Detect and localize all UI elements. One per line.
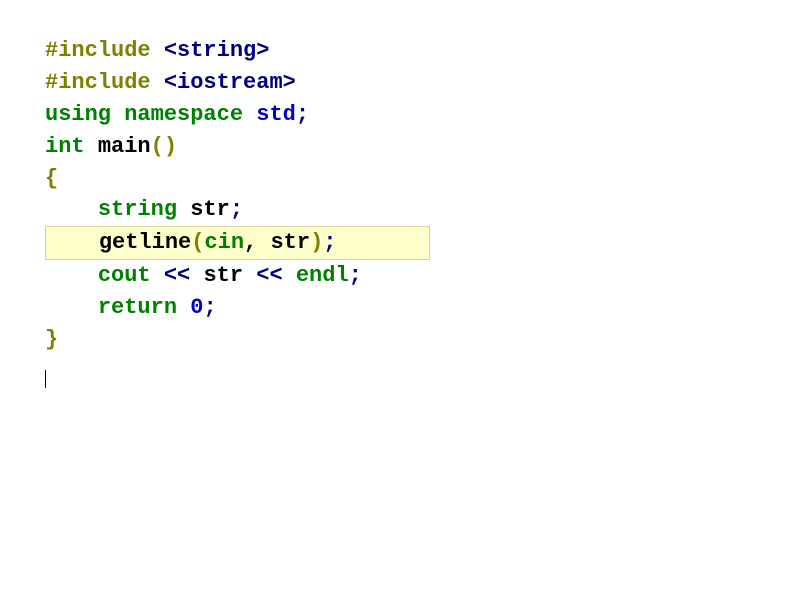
lparen: (	[191, 230, 204, 255]
identifier-cin: cin	[204, 230, 244, 255]
open-brace: {	[45, 166, 58, 191]
indent	[45, 295, 98, 320]
identifier-endl: endl	[296, 263, 349, 288]
code-line-4: int main()	[45, 131, 755, 163]
preproc-include: #include	[45, 38, 164, 63]
semicolon: ;	[203, 295, 216, 320]
identifier-main: main	[98, 134, 151, 159]
identifier-std: std	[256, 102, 296, 127]
keyword-return: return	[98, 295, 190, 320]
func-getline: getline	[99, 230, 191, 255]
semicolon: ;	[349, 263, 362, 288]
keyword-using: using	[45, 102, 124, 127]
code-line-6: string str;	[45, 194, 755, 226]
preproc-include: #include	[45, 70, 164, 95]
angle-bracket: <	[164, 70, 177, 95]
comma: ,	[244, 230, 270, 255]
parens: ()	[151, 134, 177, 159]
code-line-9: return 0;	[45, 292, 755, 324]
code-block: #include <string> #include <iostream> us…	[0, 0, 800, 423]
highlighted-line: getline(cin, str);	[45, 226, 430, 260]
code-line-2: #include <iostream>	[45, 67, 755, 99]
angle-bracket: >	[256, 38, 269, 63]
lib-string: string	[177, 38, 256, 63]
rparen: )	[310, 230, 323, 255]
identifier-str: str	[203, 263, 256, 288]
close-brace: }	[45, 327, 58, 352]
code-line-7: getline(cin, str);	[45, 226, 755, 260]
type-string: string	[98, 197, 190, 222]
identifier-cout: cout	[98, 263, 164, 288]
keyword-namespace: namespace	[124, 102, 256, 127]
operator-ltlt: <<	[256, 263, 296, 288]
code-line-5: {	[45, 163, 755, 195]
indent	[45, 263, 98, 288]
code-line-3: using namespace std;	[45, 99, 755, 131]
code-line-10: }	[45, 324, 755, 356]
cursor-line	[45, 356, 755, 388]
literal-zero: 0	[190, 295, 203, 320]
semicolon: ;	[323, 230, 336, 255]
lib-iostream: iostream	[177, 70, 283, 95]
identifier-str: str	[190, 197, 230, 222]
semicolon: ;	[230, 197, 243, 222]
identifier-str: str	[270, 230, 310, 255]
keyword-int: int	[45, 134, 98, 159]
angle-bracket: <	[164, 38, 177, 63]
operator-ltlt: <<	[164, 263, 204, 288]
indent	[45, 197, 98, 222]
angle-bracket: >	[283, 70, 296, 95]
code-line-1: #include <string>	[45, 35, 755, 67]
indent	[46, 230, 99, 255]
text-cursor	[45, 370, 46, 388]
semicolon: ;	[296, 102, 309, 127]
code-line-8: cout << str << endl;	[45, 260, 755, 292]
